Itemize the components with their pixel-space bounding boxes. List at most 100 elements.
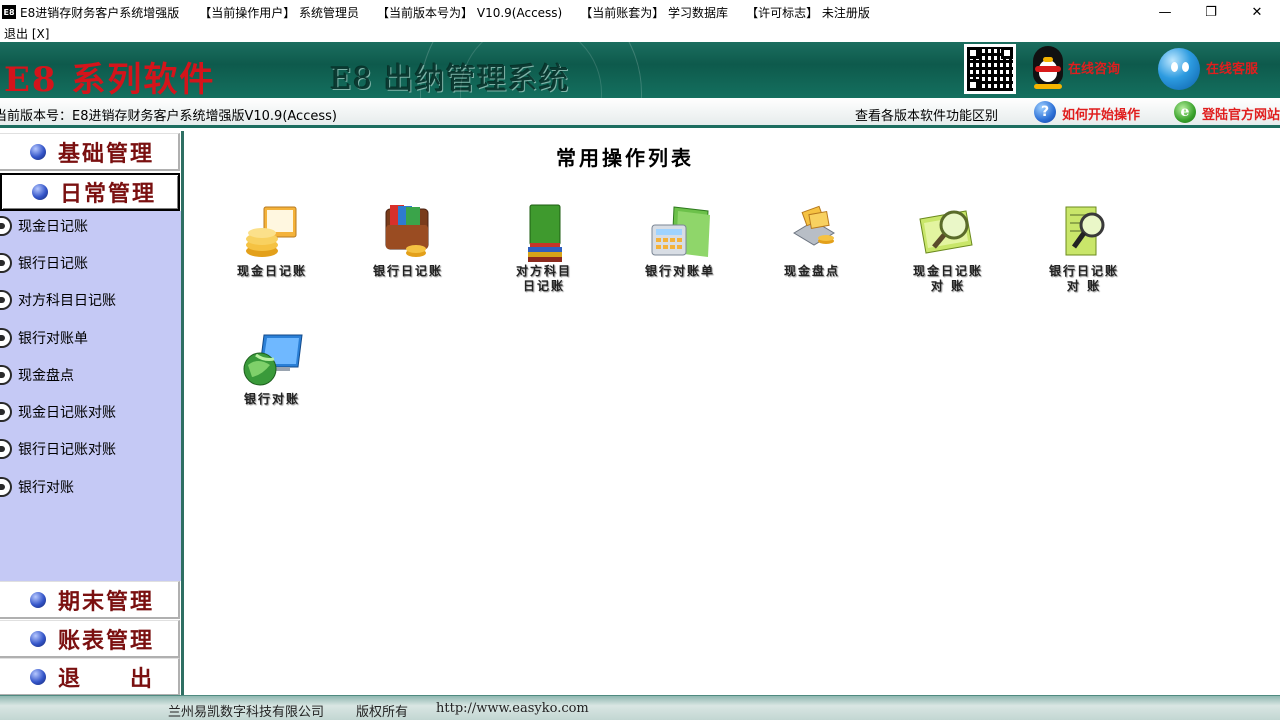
- sidebar-item-bank-journal[interactable]: 银行日记账: [0, 250, 181, 276]
- tile-caption: 银行日记账: [1048, 264, 1119, 278]
- category-label: 期末管理: [58, 588, 155, 615]
- tile-caption-2: 日记账: [522, 279, 565, 293]
- official-site-link[interactable]: 登陆官方网站: [1202, 104, 1280, 123]
- blue-ball-icon: [30, 630, 46, 647]
- sidebar-item-cash-journal[interactable]: 现金日记账: [0, 213, 181, 239]
- tile-caption: 现金日记账: [912, 264, 983, 278]
- globe-monitor-icon: [240, 331, 304, 391]
- category-label: 账表管理: [58, 627, 155, 654]
- help-icon[interactable]: ?: [1034, 101, 1056, 123]
- page-title: 常用操作列表: [556, 146, 694, 170]
- category-label: 退 出: [58, 665, 155, 692]
- tile-caption-2: 对 账: [930, 279, 966, 293]
- tile-caption: 现金日记账: [236, 264, 307, 278]
- tile-cash-count[interactable]: 现金盘点: [752, 203, 872, 280]
- tile-caption-2: 对 账: [1066, 279, 1102, 293]
- category-daily-management[interactable]: 日常管理: [0, 173, 180, 211]
- sidebar-item-label: 银行日记账对账: [18, 442, 116, 458]
- current-account-set: 【当前账套为】 学习数据库: [580, 5, 729, 20]
- browser-icon[interactable]: e: [1174, 101, 1196, 123]
- sidebar-item-label: 现金日记账对账: [18, 405, 116, 421]
- window-title: E8进销存财务客户系统增强版: [20, 5, 180, 20]
- menu-bar: 退出 [X]: [0, 24, 1280, 42]
- radio-ball-icon: [0, 290, 12, 310]
- status-footer: 兰州易凯数字科技有限公司 版权所有 http://www.easyko.com: [0, 695, 1280, 720]
- radio-ball-icon: [0, 328, 12, 348]
- sidebar-item-label: 现金盘点: [18, 368, 74, 384]
- app-logo: E8: [2, 5, 16, 19]
- tile-bank-statement[interactable]: 银行对账单: [620, 203, 740, 280]
- license-status: 【许可标志】 未注册版: [746, 5, 870, 20]
- tile-cash-journal[interactable]: 现金日记账: [212, 203, 332, 280]
- maximize-button[interactable]: ❐: [1188, 0, 1234, 24]
- tile-caption: 对方科目: [515, 264, 572, 278]
- magnifier-check-icon: [916, 203, 980, 263]
- tile-caption: 现金盘点: [783, 264, 840, 278]
- radio-ball-icon: [0, 253, 12, 273]
- minimize-button[interactable]: —: [1142, 0, 1188, 24]
- radio-ball-icon: [0, 439, 12, 459]
- sidebar-item-label: 现金日记账: [18, 219, 88, 235]
- sidebar-item-cash-count[interactable]: 现金盘点: [0, 362, 181, 388]
- chat-bubble-icon[interactable]: [1158, 48, 1200, 90]
- online-consult-link[interactable]: 在线咨询: [1068, 58, 1120, 77]
- online-service-link[interactable]: 在线客服: [1206, 58, 1258, 77]
- system-name: E8 出纳管理系统: [330, 62, 570, 97]
- sidebar-item-label: 银行日记账: [18, 256, 88, 272]
- sidebar: 基础管理 日常管理 现金日记账 银行日记账 对方科目日记账 银行对账单 现金盘点…: [0, 131, 184, 696]
- sidebar-item-bank-journal-reconcile[interactable]: 银行日记账对账: [0, 436, 181, 462]
- copyright: 版权所有: [356, 705, 409, 720]
- qr-code-icon: [964, 44, 1016, 94]
- cash-count-icon: [780, 203, 844, 263]
- tile-caption: 银行对账单: [644, 264, 715, 278]
- how-to-start-link[interactable]: 如何开始操作: [1062, 104, 1140, 123]
- compare-versions-link[interactable]: 查看各版本软件功能区别: [855, 105, 998, 124]
- category-basic-management[interactable]: 基础管理: [0, 133, 180, 171]
- tile-bank-journal[interactable]: 银行日记账: [348, 203, 468, 280]
- books-icon: [512, 203, 576, 263]
- company-name: 兰州易凯数字科技有限公司: [168, 705, 325, 720]
- version-info: 当前版本号：E8进销存财务客户系统增强版V10.9(Access): [0, 109, 337, 124]
- qq-penguin-icon[interactable]: [1030, 46, 1066, 90]
- category-report-management[interactable]: 账表管理: [0, 620, 180, 658]
- current-version: 【当前版本号为】 V10.9(Access): [377, 5, 563, 20]
- sidebar-item-label: 银行对账: [18, 480, 74, 496]
- blue-ball-icon: [30, 591, 46, 608]
- radio-ball-icon: [0, 477, 12, 497]
- banner: E8 系列软件 E8 出纳管理系统 在线咨询 在线客服: [0, 42, 1280, 98]
- current-operator: 【当前操作用户】 系统管理员: [199, 5, 360, 20]
- main-panel: 常用操作列表 现金日记账 银行日记账 对方科目 日记账 银行对账单 现金盘点 现…: [186, 131, 1280, 695]
- category-label: 日常管理: [60, 181, 157, 207]
- calculator-folder-icon: [648, 203, 712, 263]
- coins-monitor-icon: [240, 203, 304, 263]
- radio-ball-icon: [0, 216, 12, 236]
- sidebar-item-cash-journal-reconcile[interactable]: 现金日记账对账: [0, 399, 181, 425]
- tile-caption: 银行对账: [243, 392, 300, 406]
- tile-cash-journal-reconcile[interactable]: 现金日记账 对 账: [888, 203, 1008, 293]
- category-label: 基础管理: [58, 140, 155, 167]
- brand-title: E8 系列软件: [4, 60, 216, 98]
- radio-ball-icon: [0, 365, 12, 385]
- menu-exit[interactable]: 退出 [X]: [4, 25, 49, 42]
- sidebar-item-label: 银行对账单: [18, 331, 88, 347]
- tile-bank-journal-reconcile[interactable]: 银行日记账 对 账: [1024, 203, 1144, 293]
- blue-ball-icon: [30, 143, 46, 160]
- sidebar-item-bank-statement[interactable]: 银行对账单: [0, 325, 181, 351]
- tile-bank-reconcile[interactable]: 银行对账: [212, 331, 332, 408]
- close-button[interactable]: ✕: [1234, 0, 1280, 24]
- website-url: http://www.easyko.com: [436, 701, 589, 716]
- title-bar: E8 E8进销存财务客户系统增强版 【当前操作用户】 系统管理员 【当前版本号为…: [0, 0, 1280, 24]
- category-period-end-management[interactable]: 期末管理: [0, 581, 180, 619]
- category-exit[interactable]: 退 出: [0, 658, 180, 696]
- version-bar: 当前版本号：E8进销存财务客户系统增强版V10.9(Access) 查看各版本软…: [0, 98, 1280, 128]
- sidebar-item-counter-account-journal[interactable]: 对方科目日记账: [0, 287, 181, 313]
- blue-ball-icon: [30, 668, 46, 685]
- daily-management-panel: 现金日记账 银行日记账 对方科目日记账 银行对账单 现金盘点 现金日记账对账 银…: [0, 211, 181, 581]
- blue-ball-icon: [32, 184, 48, 200]
- wallet-icon: [376, 203, 440, 263]
- magnifier-doc-icon: [1052, 203, 1116, 263]
- radio-ball-icon: [0, 402, 12, 422]
- sidebar-item-label: 对方科目日记账: [18, 293, 116, 309]
- sidebar-item-bank-reconcile[interactable]: 银行对账: [0, 474, 181, 500]
- tile-counter-account-journal[interactable]: 对方科目 日记账: [484, 203, 604, 293]
